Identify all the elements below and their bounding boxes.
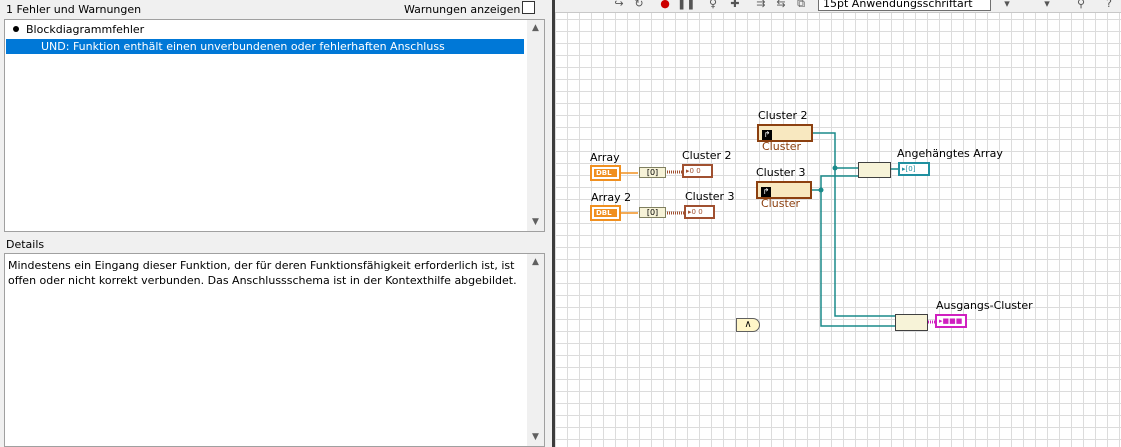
cluster3-ctl-label: Cluster 3 [756,166,806,179]
show-warnings-label: Warnungen anzeigen [404,3,521,16]
scroll-down-icon[interactable]: ▼ [527,429,544,446]
array-to-cluster-1[interactable]: [0] [639,167,666,178]
cluster2-control[interactable]: ↱Cluster [757,124,813,153]
wires [620,132,935,327]
wire-cluster2-ctl[interactable] [813,132,858,169]
bundle-node[interactable] [895,314,928,331]
block-diagram[interactable]: ↪ ↻ ● ❚❚ ♀ ✚ ⇉ ⇆ ⧉ 15pt Anwendungsschrif… [555,0,1121,447]
bullet-icon [13,26,19,32]
dbl-tag: DBL [594,209,617,217]
details-text: Mindestens ein Eingang dieser Funktion, … [8,259,517,287]
array1-control[interactable]: DBL [590,165,621,181]
selected-error-label: UND: Funktion enthält einen unverbundene… [41,40,445,53]
details-label: Details [6,238,45,251]
dbl-tag: DBL [594,169,617,177]
error-list[interactable]: Blockdiagrammfehler UND: Funktion enthäl… [4,19,545,232]
array-to-cluster-2[interactable]: [0] [639,207,666,218]
arrow-icon: ↱ [761,187,771,197]
and-function[interactable]: ∧ [736,318,760,332]
selected-error-item[interactable]: UND: Funktion enthält einen unverbundene… [6,39,524,54]
cluster3-control[interactable]: ↱Cluster [756,181,812,210]
array2-control[interactable]: DBL [590,205,621,221]
build-array-node[interactable] [858,162,891,178]
wire-junction [832,165,838,171]
array2-label: Array 2 [591,191,632,204]
cluster-tag: Cluster [761,197,801,210]
arrow-icon: ↱ [762,130,772,140]
wire-cluster3-branch[interactable] [820,190,895,327]
appended-array-indicator[interactable]: ▸[0] [898,162,930,176]
cluster2-out-label: Cluster 2 [682,149,732,162]
show-warnings-checkbox[interactable] [522,1,535,14]
scroll-up-icon[interactable]: ▲ [527,20,544,37]
cluster3-indicator[interactable]: ▸0 0 [684,205,715,219]
appended-array-label: Angehängtes Array [897,147,1003,160]
output-cluster-indicator[interactable]: ▸■■■ [935,314,967,328]
output-cluster-label: Ausgangs-Cluster [936,299,1033,312]
error-list-scrollbar[interactable]: ▲ ▼ [527,20,544,231]
cluster3-out-label: Cluster 3 [685,190,735,203]
cluster-tag: Cluster [762,140,802,153]
error-category-item[interactable]: Blockdiagrammfehler [13,23,144,36]
error-category-label: Blockdiagrammfehler [26,23,145,36]
wire-junction [818,187,824,193]
errors-warnings-panel: 1 Fehler und Warnungen Warnungen anzeige… [0,0,552,447]
cluster2-indicator[interactable]: ▸0 0 [682,164,713,178]
details-scrollbar[interactable]: ▲ ▼ [527,254,544,446]
cluster2-ctl-label: Cluster 2 [758,109,808,122]
error-count-label: 1 Fehler und Warnungen [6,3,142,16]
scroll-up-icon[interactable]: ▲ [527,254,544,271]
array1-label: Array [590,151,620,164]
wire-cluster2-branch[interactable] [834,168,895,317]
scroll-down-icon[interactable]: ▼ [527,214,544,231]
details-box: Mindestens ein Eingang dieser Funktion, … [4,253,545,447]
